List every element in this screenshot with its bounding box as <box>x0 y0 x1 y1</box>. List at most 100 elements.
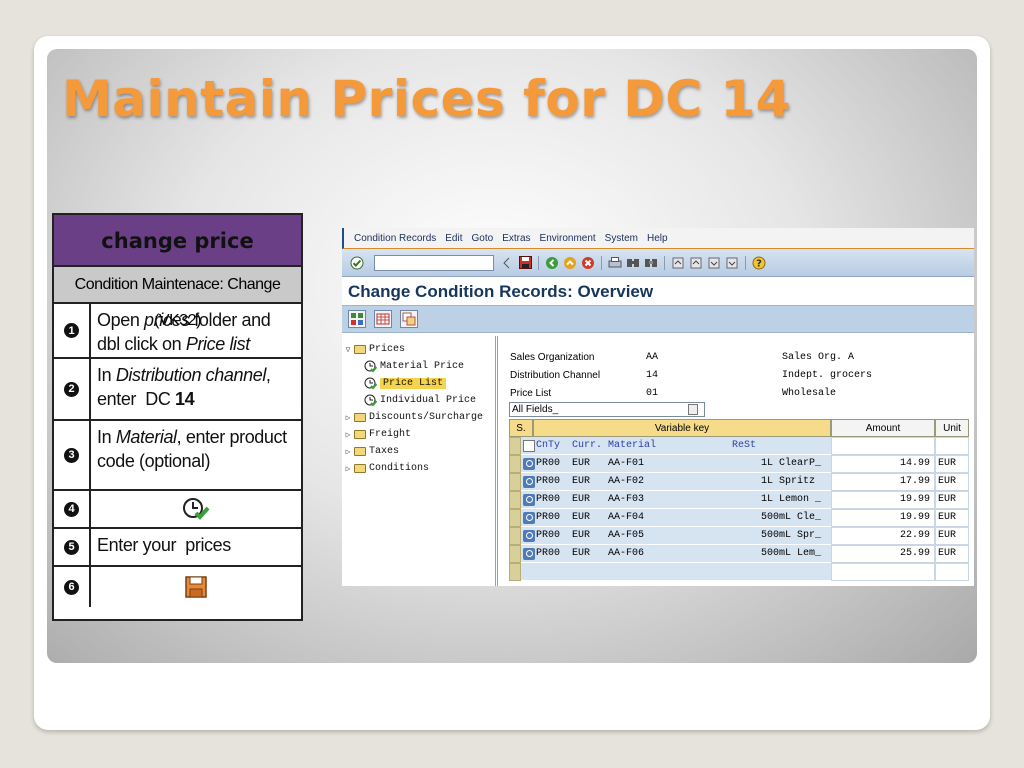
collapsed-arrow-icon[interactable]: ▷ <box>342 464 354 474</box>
empty-unit-cell[interactable] <box>935 563 969 581</box>
grid-col-s[interactable]: S. <box>509 419 533 437</box>
exit-icon[interactable] <box>563 256 577 270</box>
layout-select-value: All Fields_ <box>512 404 559 415</box>
tree-node-conditions[interactable]: ▷ Conditions <box>342 460 495 477</box>
find-icon[interactable] <box>626 256 640 270</box>
cell-unit[interactable]: EUR <box>935 473 969 491</box>
cell-material: AA-F05 <box>608 530 645 541</box>
cell-unit[interactable]: EUR <box>935 455 969 473</box>
menu-item-condition-records[interactable]: Condition Records <box>354 233 436 244</box>
cell-unit[interactable]: EUR <box>935 545 969 563</box>
detail-icon[interactable] <box>523 547 535 560</box>
row-selector[interactable] <box>509 473 521 491</box>
collapsed-arrow-icon[interactable]: ▷ <box>342 413 354 423</box>
table-row[interactable]: PR00 EUR AA-F04 500mL Cle_ 19.99 EUR <box>509 509 973 527</box>
print-icon[interactable] <box>608 256 622 270</box>
first-page-icon[interactable] <box>671 256 685 270</box>
cancel-icon[interactable] <box>581 256 595 270</box>
field-value: AA <box>646 351 659 363</box>
row-selector[interactable] <box>509 455 521 473</box>
toolbar-separator <box>538 255 539 270</box>
tree-node-freight[interactable]: ▷ Freight <box>342 426 495 443</box>
grid-subheader-row: CnTy Curr. Material ReSt <box>509 437 973 455</box>
table-row[interactable]: PR00 EUR AA-F06 500mL Lem_ 25.99 EUR <box>509 545 973 563</box>
row-selector[interactable] <box>509 491 521 509</box>
tree-node-discounts-surcharge[interactable]: ▷ Discounts/Surcharge <box>342 409 495 426</box>
find-next-icon[interactable] <box>644 256 658 270</box>
save-icon[interactable] <box>518 256 532 270</box>
cell-amount[interactable]: 22.99 <box>831 527 935 545</box>
table-row[interactable]: PR00 EUR AA-F01 1L ClearP_ 14.99 EUR <box>509 455 973 473</box>
cell-curr: EUR <box>572 458 591 469</box>
detail-icon[interactable] <box>523 493 535 506</box>
row-selector[interactable] <box>509 563 521 581</box>
row-selector[interactable] <box>509 437 521 455</box>
empty-key-cell[interactable] <box>521 563 831 581</box>
grid-header: S. Variable key Amount Unit <box>509 419 973 437</box>
empty-amount-cell[interactable] <box>831 563 935 581</box>
layout-select[interactable]: All Fields_ <box>509 402 705 417</box>
menu-item-extras[interactable]: Extras <box>502 233 530 244</box>
menu-item-edit[interactable]: Edit <box>445 233 462 244</box>
cell-unit[interactable]: EUR <box>935 527 969 545</box>
cell-material: AA-F04 <box>608 512 645 523</box>
folder-icon <box>354 430 366 439</box>
select-all-icon[interactable] <box>348 310 366 328</box>
detail-icon[interactable] <box>523 457 535 470</box>
cell-unit[interactable]: EUR <box>935 491 969 509</box>
help-icon[interactable]: ? <box>752 256 766 270</box>
tree-node-price-list[interactable]: Price List <box>342 375 495 392</box>
tree-node-taxes[interactable]: ▷ Taxes <box>342 443 495 460</box>
insert-row-icon[interactable] <box>374 310 392 328</box>
back-icon[interactable] <box>545 256 559 270</box>
menu-item-system[interactable]: System <box>605 233 638 244</box>
header-fields: Sales Organization AA Sales Org. A Distribu… <box>510 348 970 402</box>
detail-icon[interactable] <box>523 475 535 488</box>
application-toolbar <box>342 305 974 333</box>
last-page-icon[interactable] <box>725 256 739 270</box>
dropdown-arrow-icon[interactable] <box>500 256 514 270</box>
collapsed-arrow-icon[interactable]: ▷ <box>342 430 354 440</box>
cell-amount[interactable]: 25.99 <box>831 545 935 563</box>
cell-unit[interactable]: EUR <box>935 509 969 527</box>
collapsed-arrow-icon[interactable]: ▷ <box>342 447 354 457</box>
enter-check-icon[interactable] <box>350 256 364 270</box>
cell-curr: EUR <box>572 530 591 541</box>
detail-icon[interactable] <box>523 511 535 524</box>
cell-amount[interactable]: 17.99 <box>831 473 935 491</box>
expanded-arrow-icon[interactable]: ▽ <box>342 345 354 355</box>
command-field[interactable] <box>374 254 494 271</box>
tree-node-individual-price[interactable]: Individual Price <box>342 392 495 409</box>
tree-node-prices[interactable]: ▽ Prices <box>342 341 495 358</box>
copy-icon[interactable] <box>400 310 418 328</box>
step-number-cell: 5 <box>54 529 91 565</box>
cell-amount[interactable]: 19.99 <box>831 491 935 509</box>
steps-header: change price <box>54 215 301 267</box>
previous-page-icon[interactable] <box>689 256 703 270</box>
table-row[interactable]: PR00 EUR AA-F05 500mL Spr_ 22.99 EUR <box>509 527 973 545</box>
menu-item-goto[interactable]: Goto <box>472 233 494 244</box>
row-selector[interactable] <box>509 527 521 545</box>
table-row[interactable]: PR00 EUR AA-F03 1L Lemon _ 19.99 EUR <box>509 491 973 509</box>
row-selector[interactable] <box>509 509 521 527</box>
table-row[interactable]: PR00 EUR AA-F02 1L Spritz 17.99 EUR <box>509 473 973 491</box>
grid-col-variable-key[interactable]: Variable key <box>533 419 831 437</box>
field-value: 01 <box>646 387 659 399</box>
subheader-amount-cell <box>831 437 935 455</box>
row-selector[interactable] <box>509 545 521 563</box>
tree-node-material-price[interactable]: Material Price <box>342 358 495 375</box>
cell-amount[interactable]: 14.99 <box>831 455 935 473</box>
cell-description: 500mL Spr_ <box>761 530 822 541</box>
menu-item-help[interactable]: Help <box>647 233 668 244</box>
detail-icon[interactable] <box>523 529 535 542</box>
cell-amount[interactable]: 19.99 <box>831 509 935 527</box>
steps-subheader: Condition Maintenace: Change (VK32) <box>54 267 301 329</box>
menu-item-environment[interactable]: Environment <box>540 233 596 244</box>
cell-cnty: PR00 <box>536 476 561 487</box>
layout-dropdown-icon[interactable] <box>688 404 698 415</box>
tree-node-label: Taxes <box>369 446 400 457</box>
grid-col-unit[interactable]: Unit <box>935 419 969 437</box>
next-page-icon[interactable] <box>707 256 721 270</box>
grid-col-amount[interactable]: Amount <box>831 419 935 437</box>
toolbar-separator <box>601 255 602 270</box>
